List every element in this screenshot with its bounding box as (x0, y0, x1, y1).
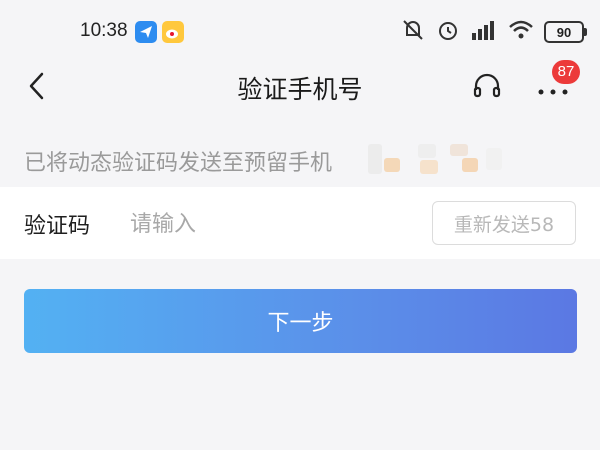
masked-phone-number (362, 140, 512, 178)
customer-service-headset-icon[interactable] (470, 70, 504, 104)
alarm-icon (436, 18, 460, 46)
resend-code-button[interactable]: 重新发送58 (432, 201, 576, 245)
nav-bar: 验证手机号 87 (0, 60, 600, 112)
status-time: 10:38 (80, 20, 128, 41)
wifi-icon (508, 19, 534, 45)
code-label: 验证码 (24, 214, 91, 239)
notification-badge: 87 (552, 60, 580, 84)
status-bar: 10:38 90 (0, 0, 600, 62)
page-title: 验证手机号 (237, 75, 363, 104)
sms-sent-notice: 已将动态验证码发送至预留手机 (24, 151, 333, 176)
mute-icon (400, 18, 426, 46)
verification-code-row: 验证码 重新发送58 (0, 187, 600, 259)
signal-icon (470, 19, 498, 45)
paper-plane-app-icon (135, 21, 157, 43)
next-step-button[interactable]: 下一步 (24, 289, 577, 353)
status-indicators: 90 (400, 18, 587, 46)
verification-code-input[interactable] (128, 203, 412, 245)
weibo-app-icon (162, 21, 184, 43)
battery-icon: 90 (544, 21, 587, 43)
